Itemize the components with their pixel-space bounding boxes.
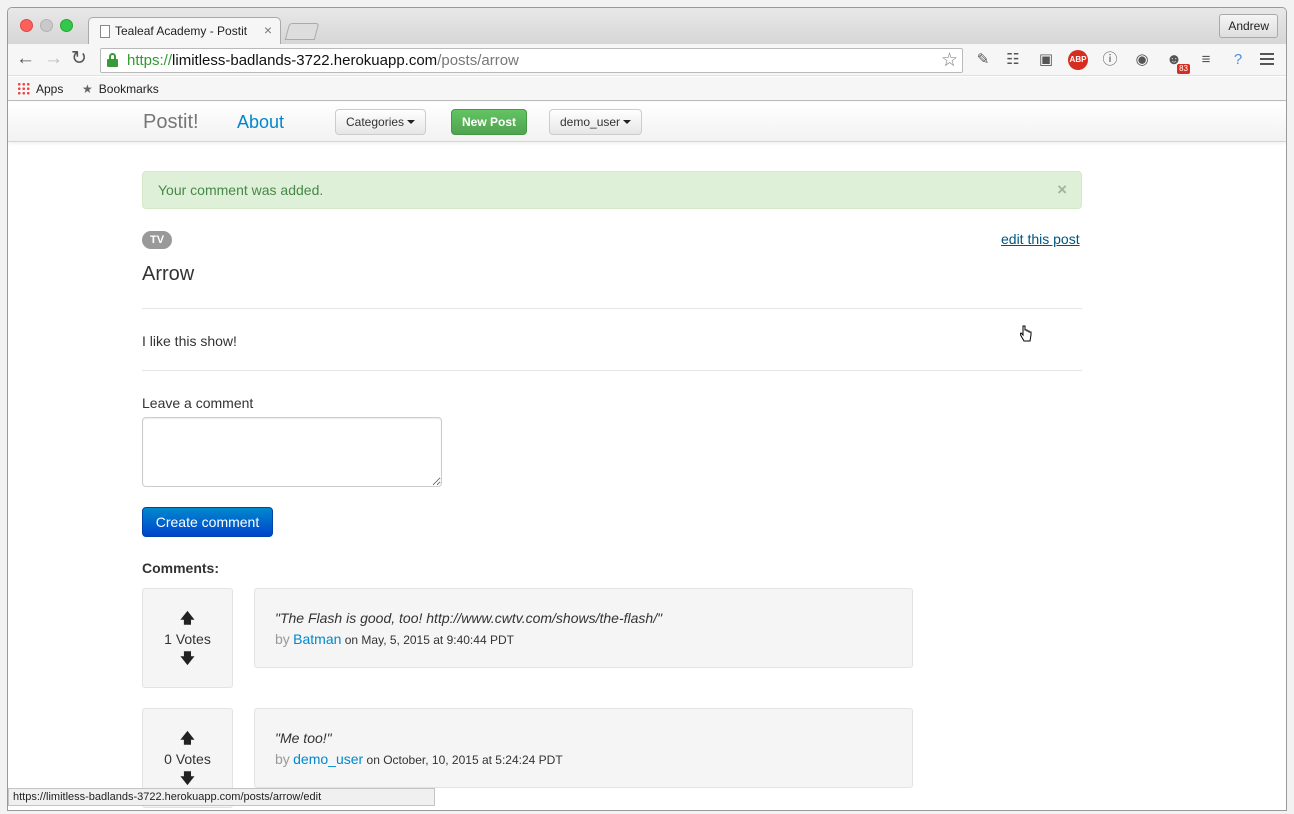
profile-button[interactable]: Andrew xyxy=(1219,14,1278,38)
cat-extension-icon[interactable]: ☻ 83 xyxy=(1164,50,1190,74)
vote-box: 🡅 1 Votes 🡇 xyxy=(142,588,233,688)
back-arrow-icon[interactable]: ← xyxy=(16,48,35,70)
comment-item: "Me too!" by demo_user on October, 10, 2… xyxy=(254,708,913,788)
comment-text: "Me too!" xyxy=(275,730,332,746)
divider xyxy=(142,308,1082,309)
onepassword-extension-icon[interactable]: ⓘ xyxy=(1100,50,1120,70)
downvote-arrow-icon[interactable]: 🡇 xyxy=(143,771,232,785)
ghostery-extension-icon[interactable]: ≡ xyxy=(1196,50,1216,70)
extension-badge: 83 xyxy=(1177,64,1190,74)
chrome-menu-icon[interactable] xyxy=(1260,53,1274,68)
tab-strip: Tealeaf Academy - Postit × Andrew xyxy=(8,8,1286,45)
success-alert: Your comment was added. × xyxy=(142,171,1082,209)
forward-arrow-icon[interactable]: → xyxy=(44,48,63,70)
reload-icon[interactable]: ↻ xyxy=(71,48,87,70)
caret-down-icon xyxy=(623,120,632,124)
comment-timestamp: on October, 10, 2015 at 5:24:24 PDT xyxy=(366,753,563,767)
brand-link[interactable]: Postit! xyxy=(143,111,199,134)
url-text: https://limitless-badlands-3722.herokuap… xyxy=(127,52,519,69)
eyedropper-extension-icon[interactable]: ✎ xyxy=(973,50,993,70)
edit-post-link[interactable]: edit this post xyxy=(1001,231,1080,247)
divider xyxy=(142,370,1082,371)
browser-window: Tealeaf Academy - Postit × Andrew ← → ↻ … xyxy=(7,7,1287,811)
upvote-arrow-icon[interactable]: 🡅 xyxy=(143,731,232,745)
user-dropdown[interactable]: demo_user xyxy=(549,109,643,135)
bookmark-folder[interactable]: ★ Bookmarks xyxy=(82,82,159,96)
tab-title: Tealeaf Academy - Postit xyxy=(115,24,248,38)
comment-item: "The Flash is good, too! http://www.cwtv… xyxy=(254,588,913,668)
post-body: I like this show! xyxy=(142,333,237,349)
downvote-arrow-icon[interactable]: 🡇 xyxy=(143,651,232,665)
web-page: Postit! About Categories New Post demo_u… xyxy=(8,102,1286,810)
bookmark-star-icon[interactable]: ☆ xyxy=(941,49,958,72)
comment-author-link[interactable]: demo_user xyxy=(293,751,363,767)
browser-toolbar: ← → ↻ https://limitless-badlands-3722.he… xyxy=(8,44,1286,76)
minimize-window-button[interactable] xyxy=(40,19,53,32)
apps-grid-icon xyxy=(17,82,30,95)
comment-timestamp: on May, 5, 2015 at 9:40:44 PDT xyxy=(344,633,514,647)
comment-textarea[interactable] xyxy=(142,417,442,487)
hand-cursor-icon xyxy=(1020,325,1032,342)
bookmark-apps[interactable]: Apps xyxy=(17,82,63,96)
lock-icon xyxy=(107,53,118,67)
bookmarks-bar: Apps ★ Bookmarks xyxy=(8,77,1286,101)
address-bar[interactable]: https://limitless-badlands-3722.herokuap… xyxy=(100,48,963,73)
star-icon: ★ xyxy=(82,82,93,96)
alert-message: Your comment was added. xyxy=(158,182,324,198)
new-tab-button[interactable] xyxy=(284,23,320,40)
post-title: Arrow xyxy=(142,263,195,285)
ghost-extension-icon[interactable]: ◉ xyxy=(1132,50,1152,70)
tab-close-icon[interactable]: × xyxy=(264,22,272,38)
tab-postit[interactable]: Tealeaf Academy - Postit × xyxy=(88,17,281,45)
evernote-extension-icon[interactable]: ☷ xyxy=(1003,50,1023,70)
categories-dropdown[interactable]: Categories xyxy=(335,109,427,135)
caret-down-icon xyxy=(407,120,416,124)
category-badge[interactable]: TV xyxy=(142,231,173,249)
close-window-button[interactable] xyxy=(20,19,33,32)
delicious-extension-icon[interactable]: ▣ xyxy=(1036,50,1056,70)
site-navbar: Postit! About Categories New Post demo_u… xyxy=(8,102,1286,142)
help-extension-icon[interactable]: ? xyxy=(1228,50,1248,70)
status-bar-url: https://limitless-badlands-3722.herokuap… xyxy=(8,788,435,806)
page-icon xyxy=(100,25,110,38)
new-post-button[interactable]: New Post xyxy=(451,109,528,135)
about-link[interactable]: About xyxy=(237,112,284,133)
vote-count: 1 Votes xyxy=(164,631,211,647)
maximize-window-button[interactable] xyxy=(60,19,73,32)
create-comment-button[interactable]: Create comment xyxy=(142,507,273,537)
close-icon[interactable]: × xyxy=(1057,180,1067,200)
comment-meta: by demo_user on October, 10, 2015 at 5:2… xyxy=(275,751,563,767)
comment-meta: by Batman on May, 5, 2015 at 9:40:44 PDT xyxy=(275,631,514,647)
comment-label: Leave a comment xyxy=(142,395,254,411)
upvote-arrow-icon[interactable]: 🡅 xyxy=(143,611,232,625)
comment-author-link[interactable]: Batman xyxy=(293,631,341,647)
comment-text: "The Flash is good, too! http://www.cwtv… xyxy=(275,610,663,626)
vote-count: 0 Votes xyxy=(164,751,211,767)
comments-heading: Comments: xyxy=(142,560,220,576)
adblock-plus-icon[interactable]: ABP xyxy=(1068,50,1088,70)
